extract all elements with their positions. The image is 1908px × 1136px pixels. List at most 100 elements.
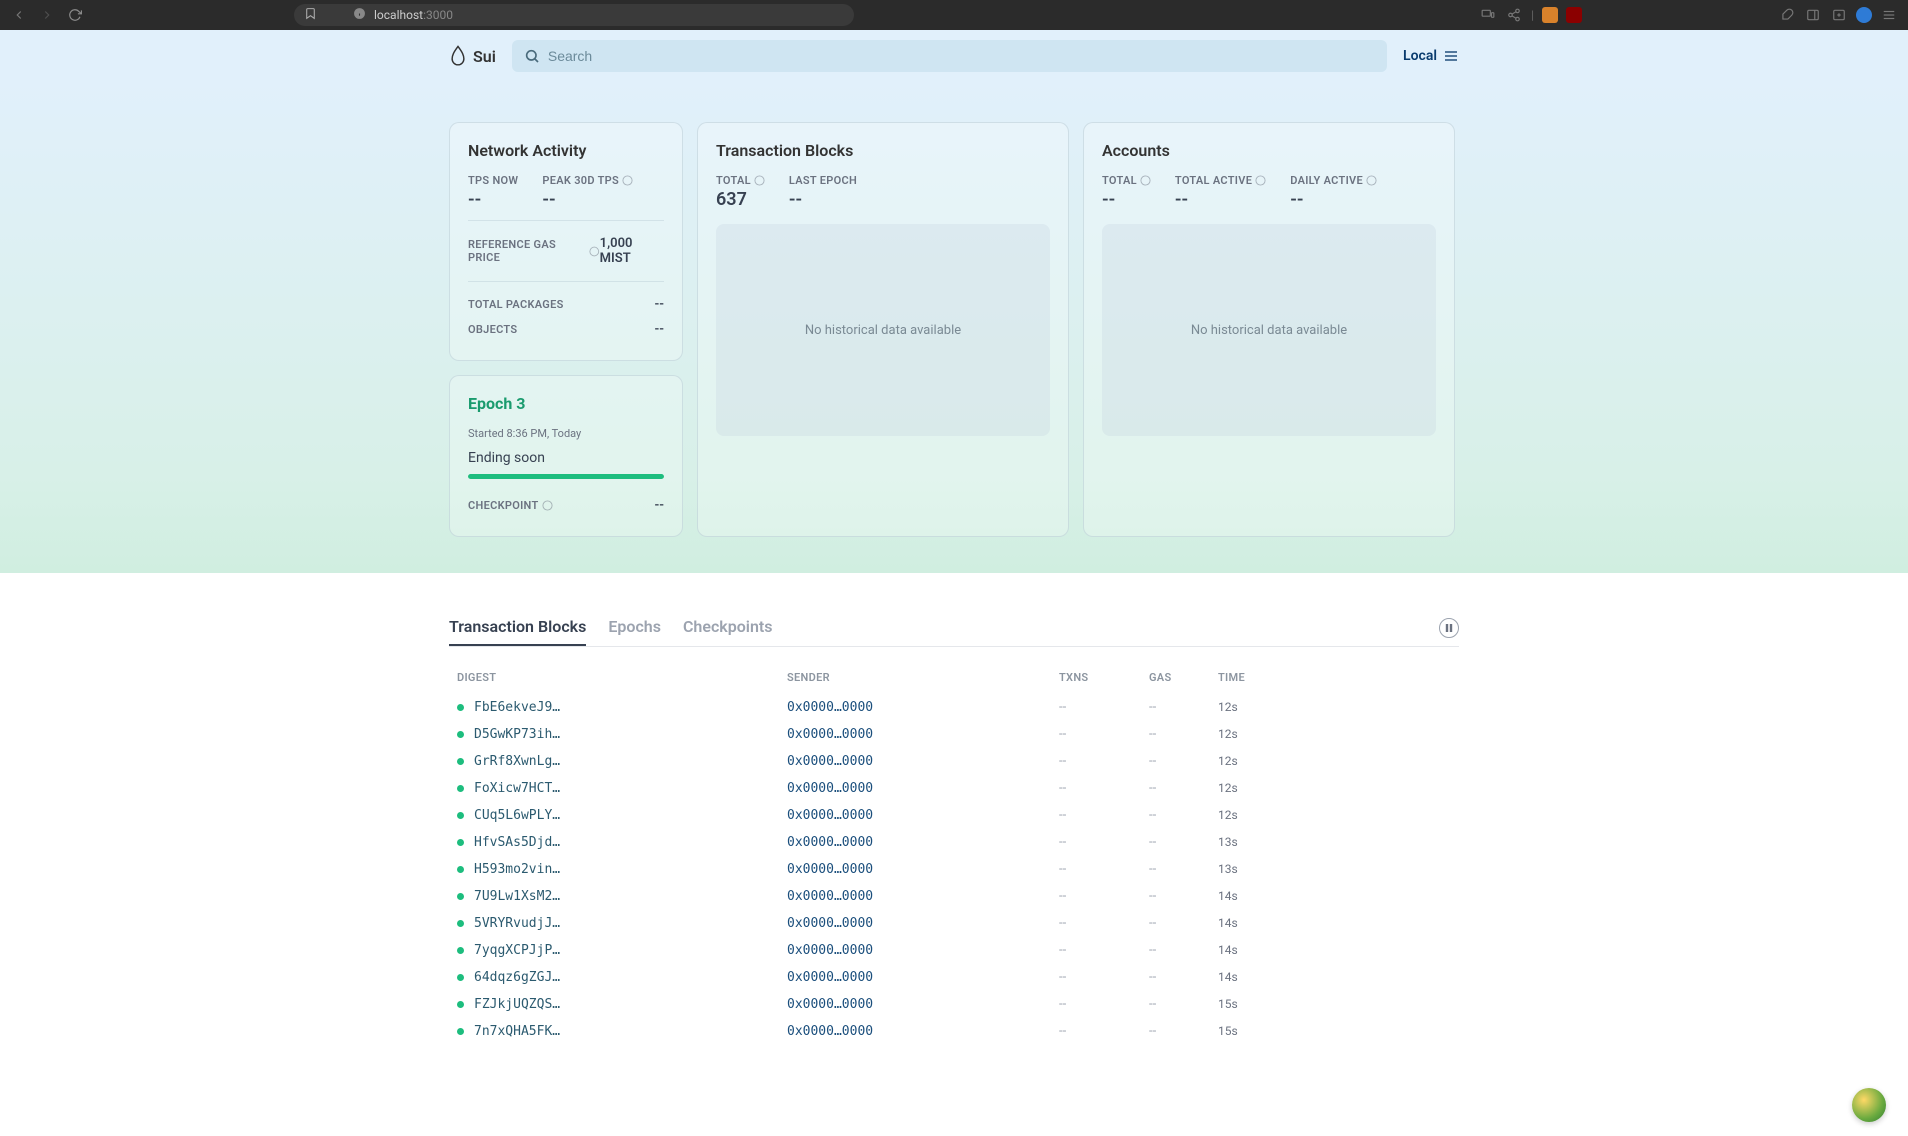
status-dot (457, 866, 464, 873)
time-value: 12s (1218, 781, 1238, 795)
gas-value: -- (1149, 835, 1156, 850)
extension-badge-2[interactable] (1566, 7, 1582, 23)
info-icon[interactable] (1255, 175, 1266, 186)
digest-link[interactable]: 7n7xQHA5FK… (474, 1024, 560, 1039)
forward-button[interactable] (38, 6, 56, 24)
gas-value: -- (1149, 916, 1156, 931)
floating-avatar[interactable] (1852, 1088, 1886, 1122)
sender-link[interactable]: 0x0000…0000 (787, 781, 873, 796)
info-icon[interactable] (542, 500, 553, 511)
acct-active-label: TOTAL ACTIVE (1175, 174, 1266, 187)
gas-price-value: 1,000 MIST (600, 236, 664, 266)
status-dot (457, 731, 464, 738)
sender-link[interactable]: 0x0000…0000 (787, 970, 873, 985)
accounts-card: Accounts TOTAL -- TOTAL ACTIVE -- DAILY … (1083, 122, 1455, 537)
address-bar[interactable]: localhost:3000 (294, 4, 854, 26)
checkpoint-label: CHECKPOINT (468, 499, 553, 512)
table-row: GrRf8XwnLg…0x0000…0000----12s (449, 748, 1459, 775)
digest-link[interactable]: HfvSAs5Djd… (474, 835, 560, 850)
sender-link[interactable]: 0x0000…0000 (787, 862, 873, 877)
menu-icon[interactable] (1880, 6, 1898, 24)
digest-link[interactable]: FoXicw7HCT… (474, 781, 560, 796)
profile-icon[interactable] (1856, 7, 1872, 23)
txns-value: -- (1059, 916, 1066, 931)
status-dot (457, 893, 464, 900)
acct-active-value: -- (1175, 189, 1266, 210)
bookmark-icon[interactable] (304, 7, 317, 23)
time-value: 12s (1218, 808, 1238, 822)
tx-total-label: TOTAL (716, 174, 765, 187)
table-row: 7yqgXCPJjP…0x0000…0000----14s (449, 937, 1459, 964)
packages-label: TOTAL PACKAGES (468, 298, 564, 311)
gas-value: -- (1149, 997, 1156, 1012)
epoch-progress (468, 474, 664, 479)
extensions-icon[interactable] (1778, 6, 1796, 24)
info-icon[interactable] (1140, 175, 1151, 186)
network-selector[interactable]: Local (1403, 48, 1459, 64)
newtab-icon[interactable] (1830, 6, 1848, 24)
table-row: 5VRYRvudjJ…0x0000…0000----14s (449, 910, 1459, 937)
status-dot (457, 1028, 464, 1035)
share-icon[interactable] (1505, 6, 1523, 24)
sender-link[interactable]: 0x0000…0000 (787, 808, 873, 823)
epoch-title[interactable]: Epoch 3 (468, 394, 664, 413)
th-gas: GAS (1141, 665, 1210, 694)
digest-link[interactable]: 5VRYRvudjJ… (474, 916, 560, 931)
sender-link[interactable]: 0x0000…0000 (787, 754, 873, 769)
info-icon[interactable] (589, 246, 600, 257)
table-row: 64dqz6gZGJ…0x0000…0000----14s (449, 964, 1459, 991)
network-label: Local (1403, 48, 1437, 64)
sender-link[interactable]: 0x0000…0000 (787, 943, 873, 958)
info-icon[interactable] (622, 175, 633, 186)
acct-daily-value: -- (1290, 189, 1377, 210)
info-icon[interactable] (754, 175, 765, 186)
digest-link[interactable]: H593mo2vin… (474, 862, 560, 877)
reload-button[interactable] (66, 6, 84, 24)
acct-total-label: TOTAL (1102, 174, 1151, 187)
time-value: 12s (1218, 754, 1238, 768)
sender-link[interactable]: 0x0000…0000 (787, 700, 873, 715)
sender-link[interactable]: 0x0000…0000 (787, 727, 873, 742)
tx-last-value: -- (789, 189, 857, 210)
digest-link[interactable]: CUq5L6wPLY… (474, 808, 560, 823)
status-dot (457, 758, 464, 765)
digest-link[interactable]: GrRf8XwnLg… (474, 754, 560, 769)
status-dot (457, 1001, 464, 1008)
time-value: 14s (1218, 943, 1238, 957)
table-row: CUq5L6wPLY…0x0000…0000----12s (449, 802, 1459, 829)
extension-badge-1[interactable] (1542, 7, 1558, 23)
sender-link[interactable]: 0x0000…0000 (787, 1024, 873, 1039)
info-icon[interactable] (1366, 175, 1377, 186)
tab-checkpoints[interactable]: Checkpoints (683, 609, 773, 646)
txns-value: -- (1059, 889, 1066, 904)
accounts-chart-placeholder: No historical data available (1102, 224, 1436, 436)
site-info-icon[interactable] (353, 7, 366, 23)
panel-icon[interactable] (1804, 6, 1822, 24)
status-dot (457, 785, 464, 792)
digest-link[interactable]: FZJkjUQZQS… (474, 997, 560, 1012)
devices-icon[interactable] (1479, 6, 1497, 24)
digest-link[interactable]: D5GwKP73ih… (474, 727, 560, 742)
table-row: FoXicw7HCT…0x0000…0000----12s (449, 775, 1459, 802)
time-value: 15s (1218, 997, 1238, 1011)
digest-link[interactable]: FbE6ekveJ9… (474, 700, 560, 715)
pause-button[interactable] (1439, 618, 1459, 638)
peak-tps-value: -- (542, 189, 633, 210)
sender-link[interactable]: 0x0000…0000 (787, 916, 873, 931)
search-input[interactable] (548, 48, 1375, 64)
back-button[interactable] (10, 6, 28, 24)
sender-link[interactable]: 0x0000…0000 (787, 997, 873, 1012)
digest-link[interactable]: 7yqgXCPJjP… (474, 943, 560, 958)
sender-link[interactable]: 0x0000…0000 (787, 835, 873, 850)
tab-transaction-blocks[interactable]: Transaction Blocks (449, 609, 586, 646)
search-box[interactable] (512, 40, 1387, 72)
sui-logo[interactable]: Sui (449, 45, 496, 67)
tab-epochs[interactable]: Epochs (608, 609, 661, 646)
card-title: Transaction Blocks (716, 141, 1050, 160)
sender-link[interactable]: 0x0000…0000 (787, 889, 873, 904)
objects-value: -- (654, 322, 664, 337)
gas-value: -- (1149, 970, 1156, 985)
digest-link[interactable]: 7U9Lw1XsM2… (474, 889, 560, 904)
txns-value: -- (1059, 700, 1066, 715)
digest-link[interactable]: 64dqz6gZGJ… (474, 970, 560, 985)
